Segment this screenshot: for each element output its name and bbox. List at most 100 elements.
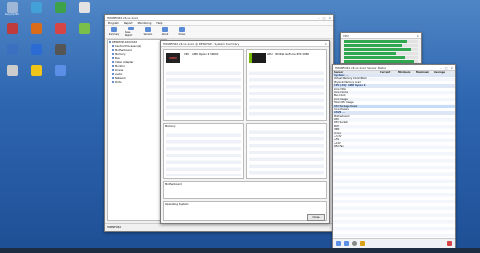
- sensor-close-icon[interactable]: ×: [450, 66, 453, 70]
- status-text: HWiNFO64: [107, 226, 121, 229]
- main-title: HWiNFO64 v6.xx-xxxx: [107, 15, 139, 20]
- desktop-icons-col-4: [74, 2, 94, 41]
- cpu-graph-window: CPU ×: [340, 32, 422, 64]
- tree-item[interactable]: Ports: [109, 81, 165, 85]
- device-icon: [112, 45, 114, 47]
- graph-track: [344, 60, 418, 63]
- arrows-right-icon[interactable]: [344, 241, 349, 246]
- taskbar: [0, 248, 480, 253]
- graph-bar: [344, 48, 411, 51]
- graph-bar: [344, 40, 407, 43]
- gpu-name: NVIDIA GeForce RTX 2080: [275, 53, 310, 56]
- driver-button[interactable]: Driver: [176, 27, 188, 37]
- gpu-panel: GPU NVIDIA GeForce RTX 2080: [246, 49, 327, 121]
- menu-monitoring[interactable]: Monitoring: [138, 22, 152, 25]
- device-icon: [112, 61, 114, 63]
- device-icon: [112, 57, 114, 59]
- save-report-button[interactable]: Save Report: [125, 27, 137, 37]
- driver-icon: [179, 27, 185, 32]
- tree-item-label: Network: [115, 77, 126, 80]
- graph-track: [344, 44, 418, 47]
- desktop-icon[interactable]: [50, 44, 70, 62]
- maximize-icon[interactable]: □: [323, 16, 326, 20]
- gpu-label: GPU: [267, 53, 273, 56]
- summary-close-button[interactable]: Close: [307, 214, 325, 221]
- desktop-icon[interactable]: [26, 44, 46, 62]
- graph-bars: [341, 39, 421, 65]
- about-icon: [162, 27, 168, 32]
- amd-logo: AMD: [166, 53, 180, 63]
- graph-track: [344, 48, 418, 51]
- desktop-icon[interactable]: [74, 2, 94, 20]
- arrows-left-icon[interactable]: [336, 241, 341, 246]
- menu-program[interactable]: Program: [108, 22, 119, 25]
- device-icon: [112, 73, 114, 75]
- summary-icon: [111, 27, 117, 32]
- desktop-icon[interactable]: [50, 65, 70, 83]
- sensor-status-window: HWiNFO64 v6.xx-xxxx Sensor Status – □ × Se…: [332, 64, 456, 249]
- desktop-icon[interactable]: [2, 44, 22, 62]
- main-status-bar: HWiNFO64: [105, 223, 333, 231]
- tree-item-label: Motherboard: [115, 49, 132, 52]
- device-icon: [109, 41, 111, 43]
- desktop-icon[interactable]: Recycle Bin: [2, 2, 22, 20]
- tree-item-label: Video Adapter: [115, 61, 134, 64]
- about-button[interactable]: About: [159, 27, 171, 37]
- memory-panel: Memory: [163, 123, 244, 179]
- gpu-details-table: [249, 68, 324, 118]
- desktop-icon[interactable]: [50, 23, 70, 41]
- tree-item-label: Bus: [115, 57, 120, 60]
- desktop-icons-col-1: Recycle Bin: [2, 2, 22, 83]
- tree-item-label: Ports: [115, 81, 122, 84]
- sensor-rows: System: ... Virtual Memory Committed Physi…: [333, 74, 455, 238]
- device-icon: [112, 69, 114, 71]
- graph-close-icon[interactable]: ×: [416, 34, 419, 38]
- os-panel: Operating System: [163, 201, 327, 221]
- cpu-panel: AMD CPU AMD Ryzen 9 3900X: [163, 49, 244, 121]
- sensor-value: [416, 145, 434, 148]
- desktop-icon-label: Recycle Bin: [4, 13, 20, 16]
- sensor-exit-icon[interactable]: [447, 241, 452, 246]
- desktop-icon[interactable]: [74, 23, 94, 41]
- main-toolbar: Summary Save Report Sensors About Driver: [105, 26, 333, 39]
- menu-report[interactable]: Report: [124, 22, 133, 25]
- minimize-icon[interactable]: –: [318, 16, 320, 20]
- device-tree: DESKTOP-XXXXXXX Central Processor(s) Mothe…: [107, 39, 167, 221]
- close-icon[interactable]: ×: [328, 16, 331, 20]
- cpu-details-table: [166, 68, 241, 118]
- save-report-label: Save Report: [125, 31, 133, 37]
- tree-item-label: Central Processor(s): [115, 45, 142, 48]
- tree-item-label: DESKTOP-XXXXXXX: [112, 41, 138, 44]
- sensors-label: Sensors: [143, 33, 153, 36]
- summary-label: Summary: [108, 33, 120, 36]
- summary-close-icon[interactable]: ×: [324, 42, 327, 46]
- desktop-icon[interactable]: [2, 23, 22, 41]
- sensor-value: [434, 145, 452, 148]
- sensor-bottom-toolbar: [333, 238, 455, 248]
- desktop-icon[interactable]: [26, 65, 46, 83]
- summary-button[interactable]: Summary: [108, 27, 120, 37]
- tree-item-label: Memory: [115, 53, 126, 56]
- app-icon: [30, 23, 42, 34]
- sensor-minimize-icon[interactable]: –: [440, 66, 442, 70]
- settings-icon[interactable]: [352, 241, 357, 246]
- drives-panel: [246, 123, 327, 179]
- reset-icon[interactable]: [360, 241, 365, 246]
- motherboard-label: Motherboard: [165, 183, 182, 186]
- sensor-row[interactable]: CPU Fan: [333, 145, 455, 148]
- app-icon: [30, 44, 42, 55]
- desktop-icon[interactable]: [26, 2, 46, 20]
- menu-help[interactable]: Help: [156, 22, 162, 25]
- memory-table: [166, 130, 241, 176]
- desktop-icon[interactable]: [50, 2, 70, 20]
- summary-close-label: Close: [312, 216, 320, 219]
- desktop-icon[interactable]: [2, 65, 22, 83]
- graph-track: [344, 52, 418, 55]
- sensors-button[interactable]: Sensors: [142, 27, 154, 37]
- summary-window: HWiNFO64 v6.xx-xxxx @ DESKTOP - System S…: [160, 40, 330, 224]
- desktop-icon[interactable]: [26, 23, 46, 41]
- about-label: About: [161, 33, 169, 36]
- sensor-maximize-icon[interactable]: □: [445, 66, 448, 70]
- os-label: Operating System: [165, 203, 189, 206]
- app-icon: [30, 2, 42, 13]
